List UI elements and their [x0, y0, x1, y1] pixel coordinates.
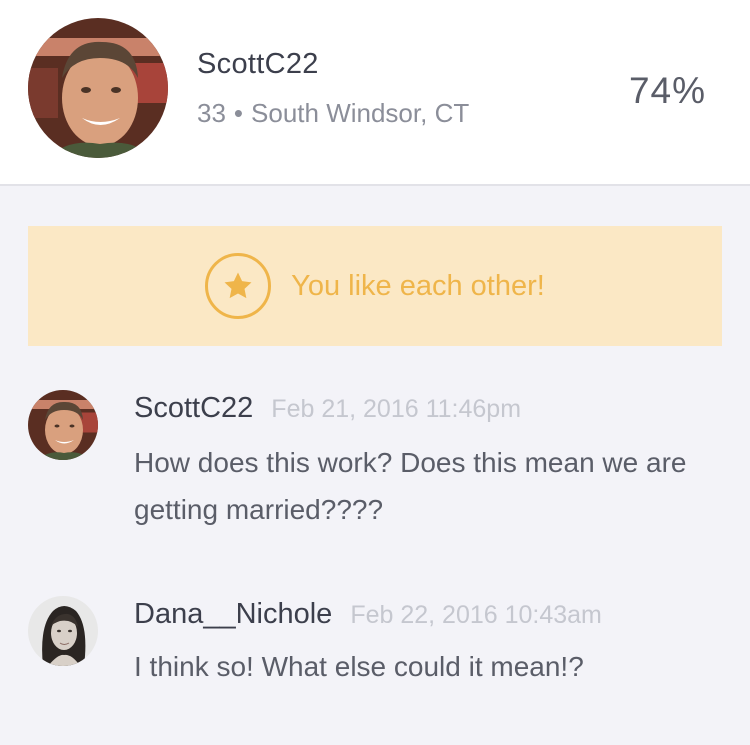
message-timestamp: Feb 21, 2016 11:46pm [271, 395, 522, 423]
message-header: ScottC22 Feb 21, 2016 11:46pm [134, 392, 521, 425]
message-timestamp: Feb 22, 2016 10:43am [350, 601, 602, 629]
match-percentage: 74% [628, 70, 706, 111]
profile-username[interactable]: ScottC22 [197, 48, 319, 81]
profile-age: 33 [197, 98, 226, 128]
message-avatar[interactable] [28, 390, 98, 460]
meta-separator: • [233, 98, 244, 128]
message-header: Dana__Nichole Feb 22, 2016 10:43am [134, 598, 602, 631]
message-author[interactable]: ScottC22 [134, 392, 253, 424]
mutual-like-banner: You like each other! [28, 226, 722, 346]
message-avatar[interactable] [28, 596, 98, 666]
message-text: I think so! What else could it mean!? [134, 651, 584, 682]
profile-avatar[interactable] [28, 18, 168, 158]
profile-location: South Windsor, CT [251, 98, 470, 128]
banner-text: You like each other! [291, 269, 545, 302]
profile-meta: 33 • South Windsor, CT [197, 98, 469, 129]
star-icon [205, 253, 272, 319]
message-text: How does this work? Does this mean we ar… [134, 447, 687, 525]
message-author[interactable]: Dana__Nichole [134, 598, 332, 630]
profile-header: ScottC22 33 • South Windsor, CT 74% [0, 0, 750, 186]
